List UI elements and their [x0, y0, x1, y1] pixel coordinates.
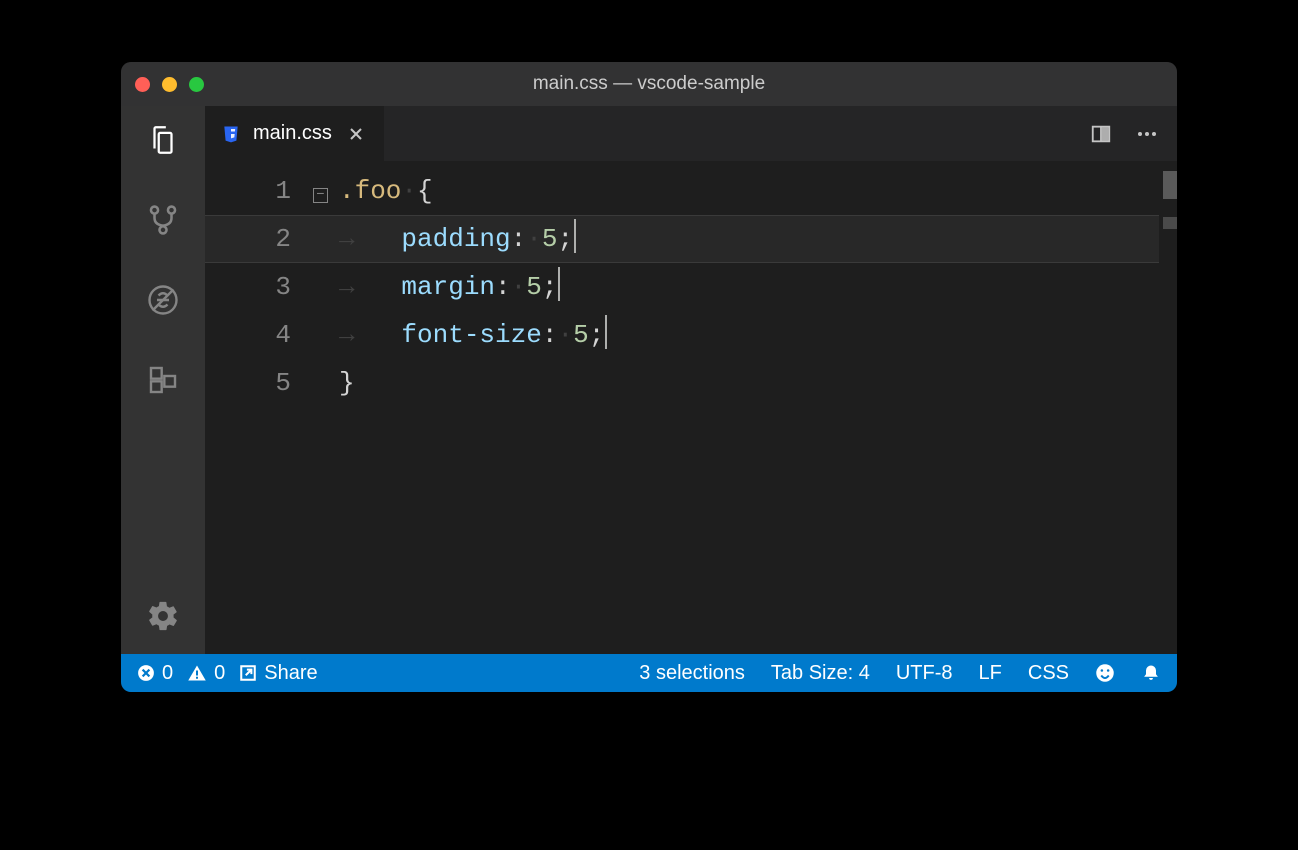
close-icon — [348, 126, 364, 142]
token-ws-dot: · — [557, 320, 573, 350]
split-editor-button[interactable] — [1089, 123, 1113, 145]
status-feedback[interactable] — [1095, 663, 1115, 683]
tab-main-css[interactable]: main.css — [205, 106, 385, 161]
code-line[interactable]: → margin:·5; — [339, 263, 1159, 311]
warning-icon — [187, 663, 207, 683]
window-body: main.css 12345 − — [121, 106, 1177, 654]
token-punct: : — [495, 272, 511, 302]
text-cursor — [558, 267, 560, 301]
fold-cell — [313, 215, 339, 263]
maximize-window-button[interactable] — [189, 77, 204, 92]
token-prop: font-size — [401, 320, 541, 350]
status-eol[interactable]: LF — [979, 662, 1002, 685]
token-punct: ; — [542, 272, 558, 302]
token-ws-dot: · — [511, 272, 527, 302]
token-punct: ; — [557, 224, 573, 254]
bell-icon — [1141, 663, 1161, 683]
editor-actions — [1071, 106, 1177, 161]
code-line[interactable]: → font-size:·5; — [339, 311, 1159, 359]
activity-extensions[interactable] — [143, 360, 183, 400]
fold-gutter: − — [313, 167, 339, 654]
status-bar: 0 0 Share 3 selections Tab Size: 4 UTF-8… — [121, 654, 1177, 692]
status-warnings[interactable]: 0 — [187, 662, 225, 685]
fold-cell — [313, 263, 339, 311]
status-errors-count: 0 — [162, 662, 173, 685]
css-file-icon — [221, 124, 241, 144]
split-icon — [1089, 123, 1113, 145]
text-cursor — [605, 315, 607, 349]
minimap[interactable] — [1159, 167, 1177, 654]
branch-icon — [146, 203, 180, 237]
extensions-icon — [147, 364, 179, 396]
activity-explorer[interactable] — [143, 120, 183, 160]
token-prop: margin — [401, 272, 495, 302]
status-language[interactable]: CSS — [1028, 662, 1069, 685]
smiley-icon — [1095, 663, 1115, 683]
status-share[interactable]: Share — [239, 662, 317, 685]
token-prop: padding — [401, 224, 510, 254]
minimize-window-button[interactable] — [162, 77, 177, 92]
status-warnings-count: 0 — [214, 662, 225, 685]
tab-filename: main.css — [253, 122, 332, 145]
ellipsis-icon — [1135, 122, 1159, 146]
status-tabsize[interactable]: Tab Size: 4 — [771, 662, 870, 685]
status-selections[interactable]: 3 selections — [639, 662, 745, 685]
window-controls — [135, 77, 204, 92]
gear-icon — [146, 599, 180, 633]
line-number: 4 — [205, 311, 291, 359]
window-title: main.css — vscode-sample — [121, 73, 1177, 95]
code-editor[interactable]: 12345 − .foo·{→ padding:·5;→ margin:·5;→… — [205, 161, 1177, 654]
files-icon — [146, 123, 180, 157]
text-cursor — [574, 219, 576, 253]
activity-debug[interactable] — [143, 280, 183, 320]
activity-settings[interactable] — [143, 596, 183, 636]
code-line[interactable]: } — [339, 359, 1159, 407]
status-encoding[interactable]: UTF-8 — [896, 662, 953, 685]
activity-bar — [121, 106, 205, 654]
token-ws-dot: · — [526, 224, 542, 254]
fold-toggle-icon[interactable]: − — [313, 188, 328, 203]
token-punct: { — [417, 176, 433, 206]
token-punct: : — [542, 320, 558, 350]
line-number: 2 — [205, 215, 291, 263]
code-line[interactable]: → padding:·5; — [339, 215, 1159, 263]
status-notifications[interactable] — [1141, 663, 1161, 683]
share-icon — [239, 664, 257, 682]
fold-cell[interactable]: − — [313, 167, 339, 215]
bug-slash-icon — [145, 282, 181, 318]
code-content[interactable]: .foo·{→ padding:·5;→ margin:·5;→ font-si… — [339, 167, 1159, 654]
status-share-label: Share — [264, 662, 317, 685]
code-line[interactable]: .foo·{ — [339, 167, 1159, 215]
token-val: 5 — [573, 320, 589, 350]
token-val: 5 — [542, 224, 558, 254]
line-number: 3 — [205, 263, 291, 311]
line-number-gutter: 12345 — [205, 167, 313, 654]
titlebar: main.css — vscode-sample — [121, 62, 1177, 106]
more-actions-button[interactable] — [1135, 122, 1159, 146]
status-errors[interactable]: 0 — [137, 662, 173, 685]
activity-scm[interactable] — [143, 200, 183, 240]
fold-cell — [313, 359, 339, 407]
token-punct: : — [511, 224, 527, 254]
token-ws-arrow: → — [339, 272, 401, 302]
token-punct: } — [339, 368, 355, 398]
line-number: 1 — [205, 167, 291, 215]
close-window-button[interactable] — [135, 77, 150, 92]
editor-area: main.css 12345 − — [205, 106, 1177, 654]
editor-tabs: main.css — [205, 106, 1177, 161]
error-icon — [137, 664, 155, 682]
line-number: 5 — [205, 359, 291, 407]
tab-close-button[interactable] — [344, 126, 368, 142]
token-ws-dot: · — [401, 176, 417, 206]
token-sel: .foo — [339, 176, 401, 206]
token-punct: ; — [589, 320, 605, 350]
token-val: 5 — [526, 272, 542, 302]
token-ws-arrow: → — [339, 320, 401, 350]
token-ws-arrow: → — [339, 224, 401, 254]
fold-cell — [313, 311, 339, 359]
vscode-window: main.css — vscode-sample — [121, 62, 1177, 692]
